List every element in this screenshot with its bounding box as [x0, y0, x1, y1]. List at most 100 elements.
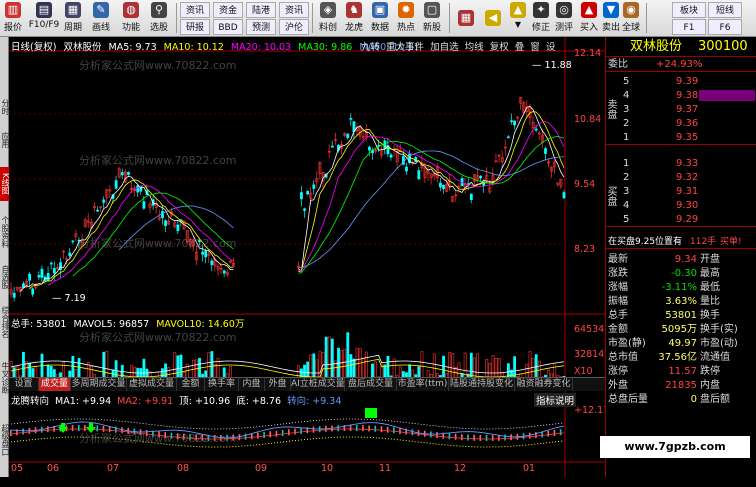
stock-title-row: 双林股份 300100: [606, 37, 756, 57]
tab-indicator-volume[interactable]: 成交量: [39, 378, 71, 391]
research-button[interactable]: 研报: [180, 19, 210, 35]
tab-ranking[interactable]: 综合排名: [0, 299, 9, 345]
new-stock-button[interactable]: ▢ 新股: [419, 1, 445, 35]
buy-level-row[interactable]: 3 9.31: [606, 185, 756, 199]
candle-body: [12, 292, 16, 298]
test-button[interactable]: ◎ 测评: [553, 1, 575, 35]
grid-button[interactable]: ▦: [455, 1, 477, 35]
indicator-bar: [559, 429, 562, 436]
function-button[interactable]: ◍ 功能: [120, 1, 142, 35]
f1-button[interactable]: F1: [672, 19, 706, 35]
tab-diagnosis[interactable]: 牛叉诊断: [0, 355, 9, 401]
tab-watchlist[interactable]: 自选股: [0, 261, 9, 293]
buy-button[interactable]: ▲ 买入: [578, 1, 600, 35]
sell-level-row[interactable]: 2 9.36: [606, 117, 756, 131]
quote-stat-row: 金额 5095万 换手(实): [606, 323, 756, 337]
tab-super-board[interactable]: 超级盘口: [0, 417, 9, 463]
tab-indicator-ai-volume[interactable]: AI立桩成交量: [291, 378, 345, 391]
tag-add-watchlist[interactable]: 加自选: [430, 42, 459, 53]
info-button[interactable]: 资讯: [279, 2, 309, 18]
stat-label: 量比: [700, 296, 720, 307]
sell-level-row[interactable]: 4 9.38: [606, 89, 756, 103]
tab-indicator-amount[interactable]: 金额: [177, 378, 205, 391]
quote-stat-row: 总手 53801 换手: [606, 309, 756, 323]
candle-body: [303, 208, 306, 211]
tag-overlay[interactable]: 叠: [515, 42, 525, 53]
sell-level-row[interactable]: 5 9.39: [606, 75, 756, 89]
site-watermark: www.7gpzb.com: [600, 436, 750, 458]
stock-pick-button[interactable]: ⚲ 选股: [148, 1, 170, 35]
low-price-annotation: — 7.19: [52, 293, 86, 304]
sector-button[interactable]: 板块: [672, 2, 706, 18]
buy-level-row[interactable]: 5 9.29: [606, 213, 756, 227]
tab-indicator-pe-ttm[interactable]: 市盈率(ttm): [397, 378, 449, 391]
buy-level-row[interactable]: 4 9.30: [606, 199, 756, 213]
indicator-bar: [510, 434, 512, 441]
indicator-bar: [71, 425, 74, 432]
ma20-value: MA20: 10.03: [230, 42, 292, 53]
tab-kline[interactable]: K线图: [0, 167, 9, 201]
indicator-bar: [337, 425, 340, 432]
buy-level-row[interactable]: 1 9.33: [606, 157, 756, 171]
quote-stat-row: 市盈(静) 49.97 市盈(动): [606, 337, 756, 351]
tab-intraday[interactable]: 分时: [0, 95, 9, 119]
tag-window[interactable]: 窗: [530, 42, 540, 53]
f10-button[interactable]: ▤ F10/F9: [28, 1, 60, 35]
hk-connect-button[interactable]: 陆港: [246, 2, 276, 18]
capital-button[interactable]: 资金: [213, 2, 243, 18]
tab-indicator-multi-volume[interactable]: 多周期成交量: [71, 378, 127, 391]
hotspot-icon: ✹: [398, 2, 414, 18]
kline-chart-area[interactable]: 日线(复权) 双林股份 MA5: 9.73 MA10: 10.12 MA20: …: [9, 37, 609, 477]
up-button[interactable]: ▲ ▼: [507, 1, 529, 35]
stat-value: 5095万: [661, 324, 697, 335]
tab-apps[interactable]: 应用: [0, 123, 9, 157]
tab-indicator-inner[interactable]: 内盘: [239, 378, 265, 391]
bbd-button[interactable]: BBD: [213, 19, 243, 35]
tab-indicator-settings[interactable]: 设置: [9, 378, 39, 391]
indicator-bar: [547, 430, 550, 437]
back-button[interactable]: ◀: [482, 1, 504, 35]
tab-indicator-outer[interactable]: 外盘: [265, 378, 291, 391]
period-button[interactable]: ▦ 周期: [62, 1, 84, 35]
draw-button[interactable]: ✎ 画线: [90, 1, 112, 35]
tag-major-events[interactable]: 重大事件: [386, 42, 424, 53]
fix-button[interactable]: ✦ 修正: [530, 1, 552, 35]
sell-button[interactable]: ▼ 卖出: [600, 1, 622, 35]
tab-indicator-virtual-volume[interactable]: 虚拟成交量: [127, 378, 177, 391]
data-button[interactable]: ▣ 数据: [367, 1, 393, 35]
indicator-bar: [491, 434, 494, 441]
kechuang-button[interactable]: ◈ 料创: [315, 1, 341, 35]
globe-button[interactable]: ◉ 全球: [620, 1, 642, 35]
tag-ma[interactable]: 均线: [465, 42, 484, 53]
function-icon: ◍: [123, 2, 139, 18]
tab-indicator-hk-connect[interactable]: 陆股通持股变化: [449, 378, 515, 391]
tab-indicator-margin[interactable]: 融资融券变化: [515, 378, 573, 391]
news-button[interactable]: 资讯: [180, 2, 210, 18]
hotspot-button[interactable]: ✹ 热点: [393, 1, 419, 35]
quote-stat-row: 总市值 37.56亿 流通值: [606, 351, 756, 365]
indicator-bar: [269, 431, 272, 438]
buy-icon: ▲: [581, 2, 597, 18]
sell-level-row[interactable]: 3 9.37: [606, 103, 756, 117]
tag-adjust[interactable]: 复权: [490, 42, 509, 53]
indicator-bar: [399, 427, 401, 434]
short-term-button[interactable]: 短线: [708, 2, 742, 18]
dragon-tiger-button[interactable]: ♞ 龙虎: [341, 1, 367, 35]
tab-profile[interactable]: 个股资料: [0, 209, 9, 255]
candle-body: [161, 211, 164, 218]
quote-button[interactable]: ▥ 报价: [2, 1, 24, 35]
sell-level-row[interactable]: 1 9.35: [606, 131, 756, 145]
kline-chart-canvas[interactable]: [9, 37, 605, 477]
chart-period[interactable]: 日线(复权): [11, 42, 56, 53]
tag-nine-turn[interactable]: 九转: [361, 42, 380, 53]
volume-axis-tick: 64534: [574, 324, 605, 335]
watermark-text: 分析家公式网www.70822.com: [79, 237, 237, 250]
tag-settings[interactable]: 设: [546, 42, 556, 53]
forecast-button[interactable]: 预测: [246, 19, 276, 35]
f6-button[interactable]: F6: [708, 19, 742, 35]
shanghai-london-button[interactable]: 沪伦: [279, 19, 309, 35]
tab-indicator-after-hours[interactable]: 盘后成交量: [345, 378, 397, 391]
tab-indicator-turnover[interactable]: 换手率: [205, 378, 239, 391]
buy-level-row[interactable]: 2 9.32: [606, 171, 756, 185]
indicator-explain-button[interactable]: 指标说明: [534, 393, 577, 407]
